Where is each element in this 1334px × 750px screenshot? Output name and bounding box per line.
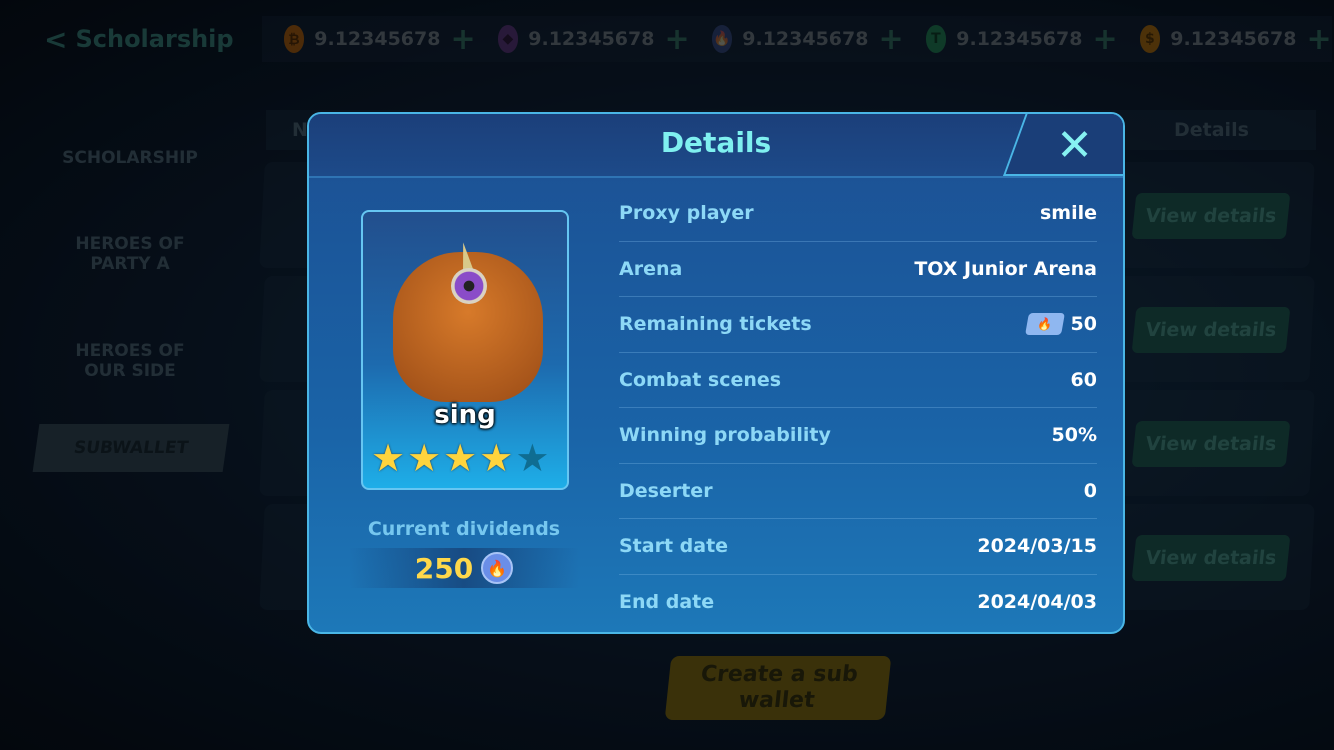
detail-value: smile (1039, 202, 1097, 225)
detail-value-wrap: 2024/04/03 (977, 591, 1097, 613)
detail-row: Arena TOX Junior Arena (619, 242, 1097, 297)
dividends-value-box: 250 🔥 (349, 548, 579, 588)
detail-row: Proxy player smile (619, 186, 1097, 242)
dividends-value: 250 (414, 551, 474, 585)
hero-name: sing (434, 400, 496, 430)
dividends-label: Current dividends (367, 518, 561, 540)
detail-row: Deserter 0 (619, 464, 1097, 519)
detail-row: Winning probability 50% (619, 408, 1097, 464)
detail-label: Start date (619, 535, 729, 558)
detail-label: Arena (619, 257, 683, 280)
detail-value-wrap: smile (1040, 202, 1097, 224)
detail-row: Combat scenes 60 (619, 353, 1097, 408)
close-icon[interactable]: ✕ (1056, 120, 1093, 171)
detail-label: Combat scenes (619, 368, 782, 391)
star-icon: ★ (479, 436, 514, 480)
detail-row: Start date 2024/03/15 (619, 519, 1097, 575)
modal-header: Details ✕ (309, 114, 1123, 178)
star-icon: ★ (371, 436, 406, 480)
details-modal: Details ✕ sing ★ ★ ★ ★ ★ Current dividends 2… (307, 112, 1125, 634)
detail-value: 50 (1070, 313, 1097, 336)
hero-portrait (393, 240, 543, 402)
detail-value-wrap: 2024/03/15 (977, 535, 1097, 557)
detail-value-wrap: 0 (1084, 480, 1097, 502)
detail-value: 60 (1070, 368, 1097, 391)
detail-label: Remaining tickets (619, 313, 812, 336)
detail-row: Remaining tickets 🔥 50 (619, 297, 1097, 353)
detail-value: TOX Junior Arena (914, 257, 1097, 280)
star-icon: ★ (407, 436, 442, 480)
star-icon: ★ (443, 436, 478, 480)
modal-title: Details (660, 126, 772, 159)
detail-label: Deserter (619, 479, 713, 502)
details-list: Proxy player smile Arena TOX Junior Arena Re… (619, 186, 1097, 630)
hero-stars: ★ ★ ★ ★ ★ (371, 438, 549, 478)
detail-label: End date (619, 591, 715, 614)
hero-card: sing ★ ★ ★ ★ ★ (361, 210, 569, 490)
fire-token-icon: 🔥 (481, 552, 514, 584)
detail-label: Proxy player (619, 202, 754, 225)
star-icon: ★ (515, 436, 550, 480)
detail-value: 0 (1083, 479, 1097, 502)
detail-value: 2024/04/03 (977, 591, 1097, 614)
detail-value-wrap: TOX Junior Arena (914, 258, 1097, 280)
detail-value: 2024/03/15 (977, 535, 1097, 558)
detail-label: Winning probability (619, 424, 831, 447)
detail-value-wrap: 50% (1052, 424, 1097, 446)
detail-value-wrap: 60 (1071, 369, 1097, 391)
ticket-icon: 🔥 (1024, 313, 1065, 336)
detail-row: End date 2024/04/03 (619, 575, 1097, 631)
detail-value: 50% (1051, 424, 1097, 447)
detail-value-wrap: 🔥 50 (1024, 313, 1097, 336)
